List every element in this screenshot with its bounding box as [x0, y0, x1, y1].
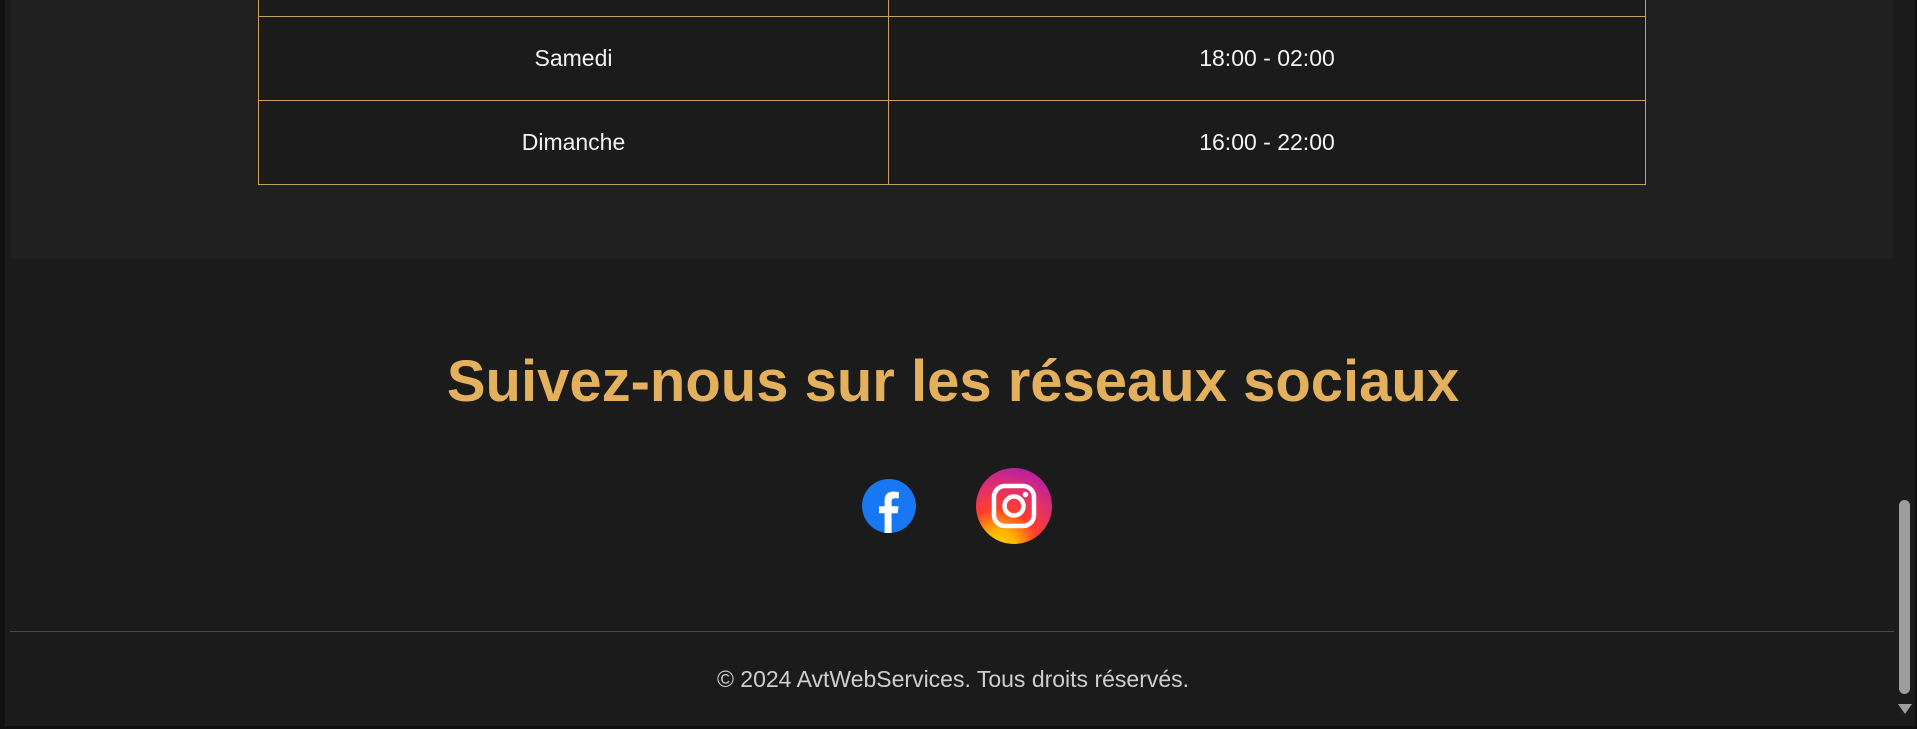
- vertical-scrollbar[interactable]: [1894, 0, 1913, 726]
- time-cell: 16:00 - 22:00: [888, 100, 1646, 185]
- day-cell: [258, 0, 889, 17]
- instagram-icon: [976, 468, 1052, 544]
- time-cell: [888, 0, 1646, 17]
- scrollbar-thumb[interactable]: [1899, 500, 1910, 694]
- opening-hours-table: Samedi 18:00 - 02:00 Dimanche 16:00 - 22…: [258, 0, 1646, 185]
- scroll-down-arrow-icon[interactable]: [1898, 704, 1912, 714]
- table-row: Dimanche 16:00 - 22:00: [258, 100, 1646, 185]
- browser-window: Samedi 18:00 - 02:00 Dimanche 16:00 - 22…: [0, 0, 1917, 729]
- copyright-text: © 2024 AvtWebServices. Tous droits réser…: [716, 666, 1190, 692]
- day-cell: Dimanche: [258, 100, 889, 185]
- instagram-link[interactable]: [976, 468, 1052, 544]
- table-row: [258, 0, 1646, 17]
- social-title: Suivez-nous sur les réseaux sociaux: [446, 349, 1460, 414]
- table-row: Samedi 18:00 - 02:00: [258, 16, 1646, 101]
- page-content: Samedi 18:00 - 02:00 Dimanche 16:00 - 22…: [10, 0, 1896, 726]
- social-links: [10, 468, 1896, 544]
- day-cell: Samedi: [258, 16, 889, 101]
- footer-divider: [10, 631, 1896, 632]
- opening-hours-section: Samedi 18:00 - 02:00 Dimanche 16:00 - 22…: [10, 0, 1896, 259]
- facebook-link[interactable]: [862, 479, 916, 533]
- social-section: Suivez-nous sur les réseaux sociaux: [10, 259, 1896, 631]
- facebook-icon: [862, 479, 916, 533]
- time-cell: 18:00 - 02:00: [888, 16, 1646, 101]
